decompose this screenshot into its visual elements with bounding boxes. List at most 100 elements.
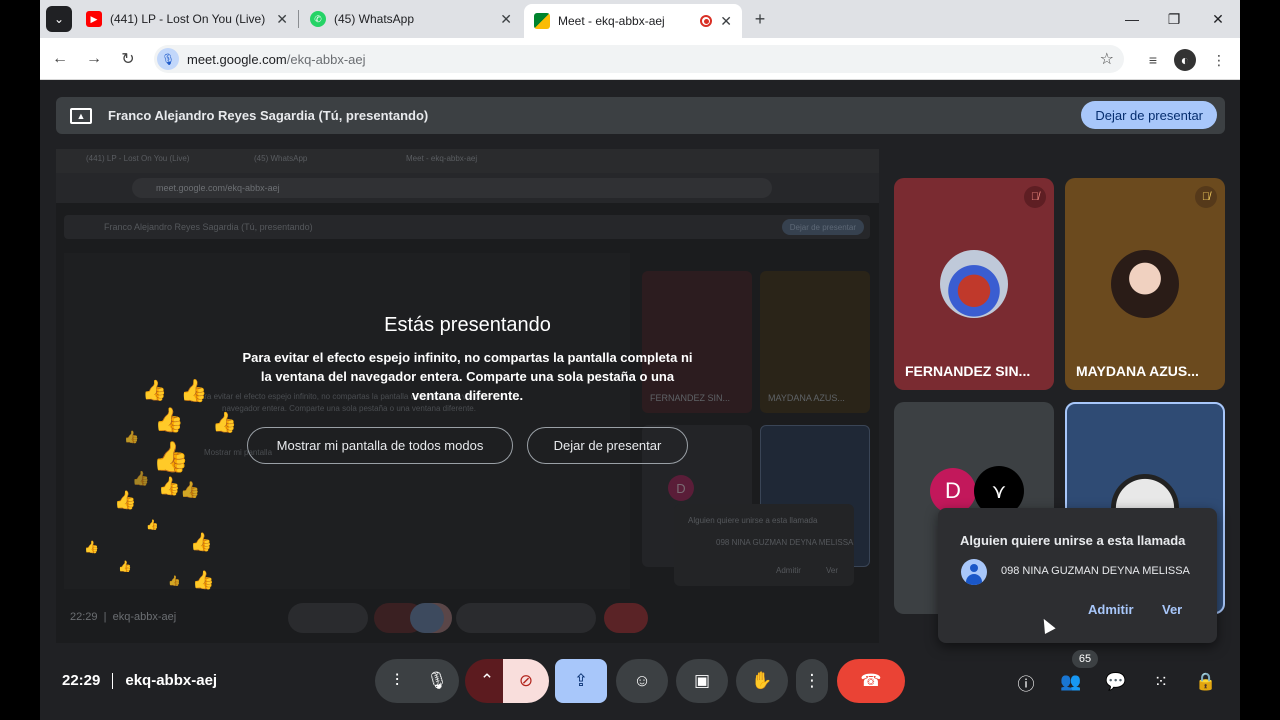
captions-button[interactable]: ▣ [676, 659, 728, 703]
mic-off-icon: 🎙̸ [1024, 186, 1046, 208]
thumbs-up-icon: 👍 [168, 576, 181, 587]
youtube-icon: ▶ [86, 11, 102, 27]
recording-icon [700, 15, 713, 27]
present-button[interactable]: ⇪ [555, 659, 607, 703]
preview-tile: MAYDANA AZUS... [760, 271, 870, 413]
preview-banner: Franco Alejandro Reyes Sagardia (Tú, pre… [64, 215, 870, 239]
thumbs-up-icon: 👍 [180, 378, 208, 403]
more-options-icon[interactable]: ⋮ [796, 659, 828, 703]
tab-meet[interactable]: Meet - ekq-abbx-aej ✕ [524, 4, 742, 38]
avatar [940, 250, 1008, 318]
info-icon[interactable]: ⓘ [1013, 669, 1039, 695]
preview-control [410, 603, 444, 633]
meeting-info: 22:29 ekq-abbx-aej [62, 672, 217, 689]
meet-icon [534, 13, 550, 29]
thumbs-up-icon: 👍 [146, 520, 159, 531]
overlay-stop-presenting-button[interactable]: Dejar de presentar [527, 427, 688, 464]
preview-tab: (45) WhatsApp [254, 154, 308, 163]
presenting-text: Franco Alejandro Reyes Sagardia (Tú, pre… [108, 108, 429, 123]
chat-icon[interactable]: 💬 [1103, 669, 1129, 695]
person-icon [961, 559, 987, 585]
show-screen-anyway-button[interactable]: Mostrar mi pantalla de todos modos [247, 427, 513, 464]
address-host: meet.google.com [187, 51, 287, 67]
host-controls-icon[interactable]: 🔒 [1193, 669, 1219, 695]
mic-off-icon: 🎙̸ [1195, 186, 1217, 208]
maximize-icon[interactable]: ❐ [1154, 6, 1194, 32]
close-icon[interactable]: ✕ [500, 11, 512, 28]
reload-icon[interactable]: ↻ [116, 47, 140, 71]
thumbs-up-icon: 👍 [192, 570, 215, 590]
profile-avatar[interactable]: ◐ [1174, 49, 1196, 71]
preview-tab: Meet - ekq-abbx-aej [406, 154, 478, 163]
thumbs-up-icon: 👍 [190, 532, 213, 552]
close-window-icon[interactable]: ✕ [1198, 6, 1238, 32]
bookmark-star-icon[interactable]: ☆ [1100, 49, 1114, 69]
divider [112, 672, 114, 689]
back-icon[interactable]: ← [48, 47, 72, 71]
preview-control [604, 603, 648, 633]
thumbs-up-icon: 👍 [180, 482, 200, 499]
thumbs-up-icon: 👍 [124, 430, 139, 444]
tab-title: (441) LP - Lost On You (Live) - Y [110, 12, 269, 26]
tab-youtube[interactable]: ▶ (441) LP - Lost On You (Live) - Y ✕ [76, 6, 298, 32]
tab-title: (45) WhatsApp [334, 12, 415, 26]
presenting-message: Para evitar el efecto espejo infinito, n… [242, 350, 693, 403]
tab-search-button[interactable]: ⌄ [46, 6, 72, 32]
tab-whatsapp[interactable]: ✆ (45) WhatsApp ✕ [300, 6, 522, 32]
leave-call-button[interactable]: ☎ [837, 659, 905, 703]
thumbs-up-icon: 👍 [212, 412, 237, 434]
audio-settings-icon[interactable]: ⫶ [375, 659, 419, 703]
thumbs-up-icon: 👍 [142, 380, 167, 402]
people-count-badge: 65 [1072, 650, 1098, 668]
browser-toolbar: ← → ↻ 🎙 meet.google.com /ekq-abbx-aej ☆ … [40, 38, 1240, 80]
microphone-button[interactable]: 🎙 [415, 659, 459, 703]
tab-strip: ⌄ ▶ (441) LP - Lost On You (Live) - Y ✕ … [40, 0, 1240, 38]
microphone-icon[interactable]: 🎙 [157, 48, 179, 70]
reactions-button[interactable]: ☺ [616, 659, 668, 703]
thumbs-up-icon: 👍 [132, 470, 150, 486]
thumbs-up-icon: 👍 [154, 407, 184, 434]
preview-address: meet.google.com/ekq-abbx-aej [132, 178, 772, 198]
close-icon[interactable]: ✕ [720, 13, 732, 30]
meeting-time: 22:29 [62, 672, 101, 689]
join-request-popup: Alguien quiere unirse a esta llamada 098… [938, 508, 1217, 643]
presenting-banner: ▲ Franco Alejandro Reyes Sagardia (Tú, p… [56, 97, 1225, 134]
preview-join-popup: Alguien quiere unirse a esta llamada 098… [674, 504, 854, 586]
thumbs-up-icon: 👍 [158, 476, 181, 496]
letterbox-left [0, 0, 40, 720]
presenting-title: Estás presentando [384, 314, 551, 336]
participant-tile-fernandez[interactable]: 🎙̸ FERNANDEZ SIN... [894, 178, 1054, 390]
activities-icon[interactable]: ⁙ [1148, 669, 1174, 695]
address-bar[interactable]: 🎙 meet.google.com /ekq-abbx-aej ☆ [154, 45, 1124, 73]
address-path: /ekq-abbx-aej [286, 51, 366, 67]
stop-presenting-button[interactable]: Dejar de presentar [1081, 101, 1217, 129]
admit-button[interactable]: Admitir [1088, 602, 1134, 617]
preview-clock: 22:29 | ekq-abbx-aej [70, 611, 177, 623]
join-request-name: 098 NINA GUZMAN DEYNA MELISSA [1001, 565, 1190, 577]
participant-name: FERNANDEZ SIN... [905, 363, 1031, 379]
more-menu-icon[interactable]: ⋮ [1208, 49, 1230, 71]
close-icon[interactable]: ✕ [276, 11, 288, 28]
join-request-title: Alguien quiere unirse a esta llamada [960, 533, 1186, 548]
people-icon[interactable]: 👥 [1058, 669, 1084, 695]
new-tab-button[interactable]: + [748, 8, 772, 30]
preview-control [720, 603, 870, 633]
forward-icon[interactable]: → [82, 47, 106, 71]
preview-tab-strip: (441) LP - Lost On You (Live) (45) Whats… [56, 149, 879, 173]
participant-name: MAYDANA AZUS... [1076, 363, 1199, 379]
thumbs-up-icon: 👍 [152, 441, 190, 474]
minimize-icon[interactable]: — [1112, 6, 1152, 32]
view-button[interactable]: Ver [1162, 602, 1182, 617]
media-control-icon[interactable]: ≡ [1142, 49, 1164, 71]
preview-control [288, 603, 368, 633]
preview-toolbar: meet.google.com/ekq-abbx-aej [56, 173, 879, 203]
avatar [1111, 250, 1179, 318]
thumbs-up-icon: 👍 [118, 561, 132, 573]
thumbs-up-icon: 👍 [114, 490, 137, 510]
present-screen-icon: ▲ [70, 107, 92, 124]
participant-tile-maydana[interactable]: 🎙̸ MAYDANA AZUS... [1065, 178, 1225, 390]
reaction-burst: 👍 👍 👍 👍 👍 👍 👍 👍 👍 👍 👍 👍 👍 👍 👍 👍 [80, 370, 240, 600]
raise-hand-button[interactable]: ✋ [736, 659, 788, 703]
camera-off-button[interactable]: ⊘ [503, 659, 549, 703]
tab-title: Meet - ekq-abbx-aej [558, 14, 665, 28]
